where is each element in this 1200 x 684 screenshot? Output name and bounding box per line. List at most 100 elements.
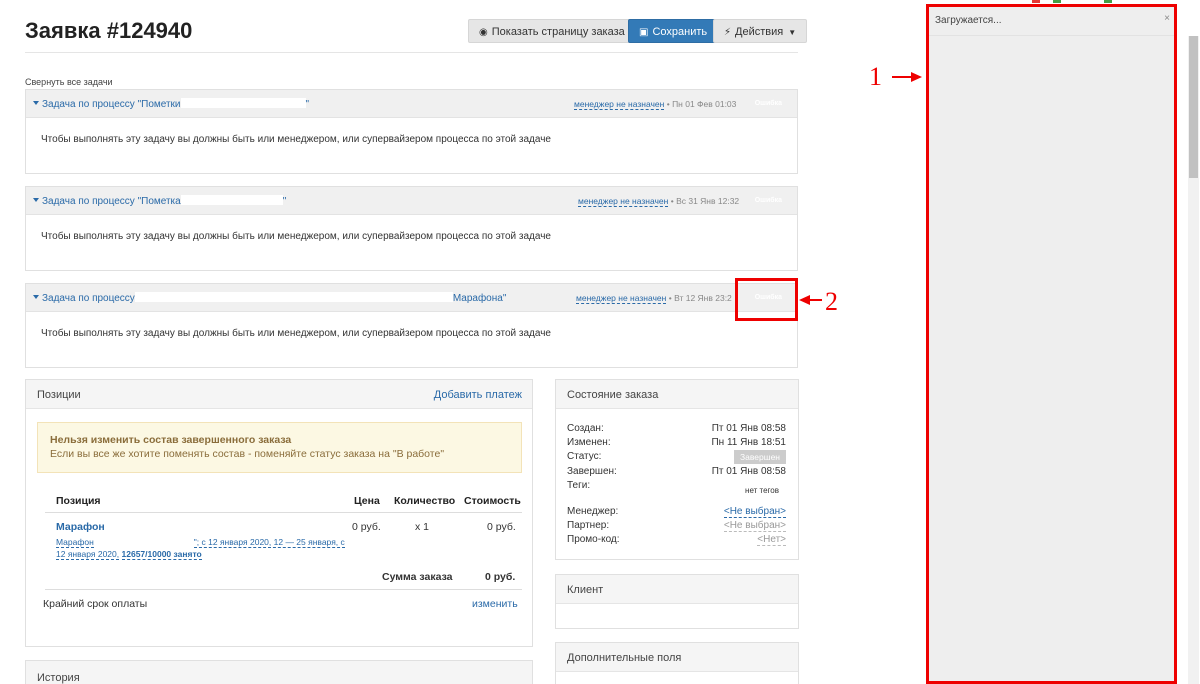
row-quantity: x 1 [415,521,430,533]
annotation-number-2: 2 [825,287,838,316]
history-title: История [37,672,80,684]
task-card: Задача по процессу "Пометка " менеджер не… [25,186,798,271]
task-date: • Пн 01 Фев 01:03 [666,99,737,109]
change-deadline-link[interactable]: изменить [472,598,518,610]
scrollbar[interactable] [1188,36,1199,684]
task-header[interactable]: Задача по процессу Марафона" менеджер не … [26,284,797,312]
collapse-triangle-icon[interactable] [33,295,39,299]
client-panel-header: Клиент [556,575,798,604]
top-marker-green [1104,0,1112,3]
column-header-cost: Стоимость [464,495,521,507]
positions-panel-header: Позиции Добавить платеж [26,380,532,409]
header-divider [25,52,798,53]
task-manager-link[interactable]: менеджер не назначен [578,196,669,207]
caret-down-icon: ▼ [788,28,797,37]
client-title: Клиент [567,584,604,596]
total-divider [45,589,522,590]
warning-text: Если вы все же хотите поменять состав - … [50,448,445,460]
task-title-suffix: Марафона" [452,293,507,304]
table-divider [45,512,522,513]
manager-label: Менеджер: [567,506,619,517]
order-total-label: Сумма заказа [382,571,453,583]
task-title[interactable]: Задача по процессу "Пометка " [33,195,286,207]
scrollbar-thumb[interactable] [1189,36,1198,178]
task-card: Задача по процессу Марафона" менеджер не … [25,283,798,368]
column-header-position: Позиция [56,495,101,507]
task-card: Задача по процессу "Пометки " менеджер не… [25,89,798,174]
redacted-text [180,98,306,108]
tags-label: Теги: [567,480,591,491]
extra-fields-title: Дополнительные поля [567,652,682,664]
order-total-value: 0 руб. [485,571,516,583]
order-state-header: Состояние заказа [556,380,798,409]
promo-code-link[interactable]: <Нет> [757,534,786,546]
extra-fields-header: Дополнительные поля [556,643,798,672]
annotation-arrow-right [892,72,922,82]
task-body: Чтобы выполнять эту задачу вы должны быт… [41,134,551,145]
show-order-page-button[interactable]: ◉ Показать страницу заказа [468,19,636,43]
save-label: Сохранить [652,26,708,38]
task-meta: менеджер не назначен • Вт 12 Янв 23:2 [576,293,732,304]
column-header-quantity: Количество [394,495,456,507]
partner-select-link[interactable]: <Не выбран> [723,520,786,532]
actions-dropdown-button[interactable]: ⚡ Действия ▼ [713,19,808,43]
changed-value: Пн 11 Янв 18:51 [711,437,786,448]
finished-label: Завершен: [567,466,617,477]
finished-value: Пт 01 Янв 08:58 [711,466,786,477]
annotation-arrow-left [799,295,822,305]
status-badge[interactable]: Завершен [734,450,786,464]
task-title-prefix: Задача по процессу [42,293,135,304]
task-date: • Вт 12 Янв 23:2 [668,293,732,303]
extra-fields-panel: Дополнительные поля [555,642,799,684]
positions-panel: Позиции Добавить платеж Нельзя изменить … [25,379,533,647]
history-panel: История [25,660,533,684]
row-cost: 0 руб. [487,521,516,533]
task-body: Чтобы выполнять эту задачу вы должны быт… [41,231,551,242]
task-manager-link[interactable]: менеджер не назначен [574,99,665,110]
collapse-all-tasks-link[interactable]: Свернуть все задачи [25,77,113,87]
main-content: Заявка #124940 ◉ Показать страницу заказа… [0,0,920,684]
task-title-prefix: Задача по процессу "Пометка [42,196,181,207]
created-label: Создан: [567,423,604,434]
task-meta: менеджер не назначен • Вс 31 Янв 12:32 [578,196,739,207]
status-label: Статус: [567,451,602,462]
column-header-price: Цена [354,495,380,507]
changed-label: Изменен: [567,437,611,448]
task-manager-link[interactable]: менеджер не назначен [576,293,667,304]
add-payment-link[interactable]: Добавить платеж [434,389,522,401]
top-marker-red [1032,0,1040,3]
row-price: 0 руб. [352,521,381,533]
warning-title: Нельзя изменить состав завершенного зака… [50,434,292,446]
task-title-suffix: " [282,196,287,207]
lightning-icon: ⚡ [724,27,732,38]
product-name: Марафон [56,521,105,533]
partner-label: Партнер: [567,520,610,531]
task-body: Чтобы выполнять эту задачу вы должны быт… [41,328,551,339]
collapse-triangle-icon[interactable] [33,101,39,105]
task-status-badge: Ошибка [754,197,782,204]
product-desc-prefix: Марафон [56,537,94,548]
redacted-text [134,292,453,302]
task-header[interactable]: Задача по процессу "Пометки " менеджер не… [26,90,797,118]
order-state-panel: Состояние заказа Создан: Пт 01 Янв 08:58… [555,379,799,560]
save-button[interactable]: ▣ Сохранить [628,19,719,43]
created-value: Пт 01 Янв 08:58 [711,423,786,434]
tags-value[interactable]: нет тегов [745,486,779,495]
redacted-text [93,538,194,546]
task-header[interactable]: Задача по процессу "Пометка " менеджер не… [26,187,797,215]
manager-select-link[interactable]: <Не выбран> [723,506,786,518]
task-title[interactable]: Задача по процессу Марафона" [33,292,506,304]
product-name-link[interactable]: Марафон [56,521,325,533]
positions-title: Позиции [37,389,81,401]
task-title[interactable]: Задача по процессу "Пометки " [33,98,309,110]
task-title-suffix: " [305,99,310,110]
floppy-disk-icon: ▣ [639,27,649,38]
order-state-title: Состояние заказа [567,389,659,401]
product-description-link[interactable]: Марафон "; с 12 января 2020, 12 — 25 янва… [56,536,346,560]
collapse-triangle-icon[interactable] [33,198,39,202]
product-occupancy: 12657/10000 занято [121,549,202,560]
redacted-text [104,522,325,531]
page-title: Заявка #124940 [25,18,193,43]
redacted-text [180,195,283,205]
annotation-box-1 [926,4,1177,684]
